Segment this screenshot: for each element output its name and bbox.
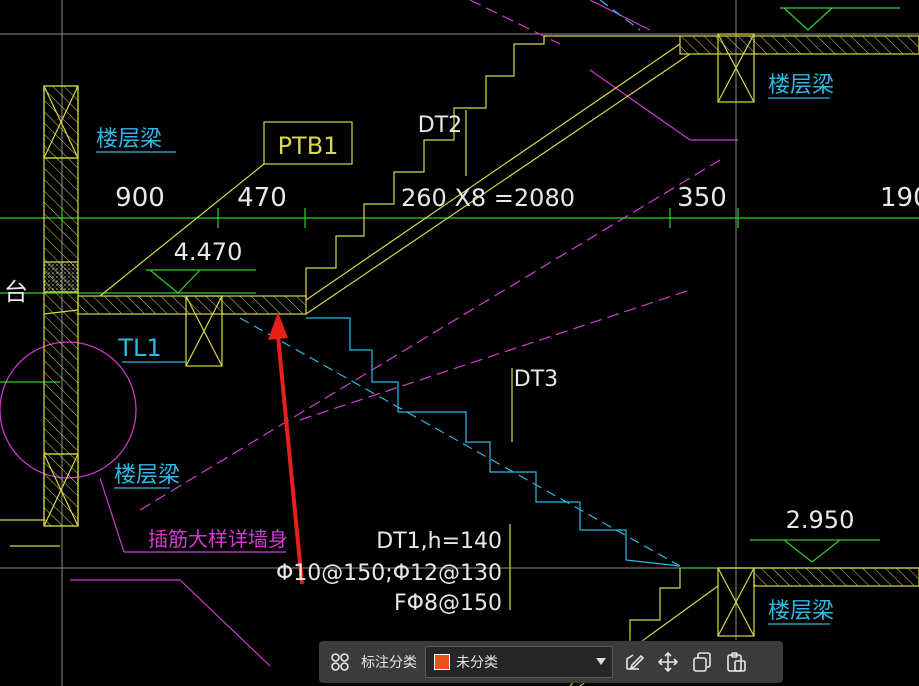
dt2-label: DT2	[418, 113, 462, 138]
move-icon[interactable]	[655, 649, 681, 675]
dt3-label: DT3	[514, 367, 558, 392]
dim-2080: 260 X8 =2080	[401, 184, 575, 212]
ptb1-label: PTB1	[278, 132, 339, 160]
category-label: 标注分类	[361, 655, 417, 671]
edit-icon[interactable]	[621, 649, 647, 675]
copy-icon[interactable]	[689, 649, 715, 675]
paste-icon[interactable]	[723, 649, 749, 675]
beam-label-2: 楼层梁	[114, 463, 180, 488]
dt1-spec-line2: Φ10@150;Φ12@130	[276, 561, 502, 586]
dt1-spec-line3: FΦ8@150	[394, 591, 502, 616]
elevation-4470: 4.470	[174, 238, 243, 266]
platform-label: 台	[4, 278, 28, 306]
dim-470: 470	[237, 183, 287, 213]
tl1-label: TL1	[117, 334, 161, 362]
chevron-down-icon	[596, 658, 606, 665]
dim-1900: 1900	[880, 183, 919, 213]
grid-icon[interactable]	[327, 649, 353, 675]
dim-350: 350	[677, 183, 727, 213]
beam-label-1: 楼层梁	[96, 127, 162, 152]
dt1-spec-line1: DT1,h=140	[376, 529, 502, 554]
category-dropdown[interactable]: 未分类	[425, 646, 613, 678]
annotation-toolbar: 标注分类 未分类	[319, 641, 783, 683]
cad-canvas[interactable]: 900 470 260 X8 =2080 350 1900 PTB1 DT2 D…	[0, 0, 919, 686]
elevation-2950: 2.950	[786, 506, 855, 534]
category-color-swatch	[434, 654, 450, 670]
category-selected-value: 未分类	[456, 655, 498, 671]
beam-label-3: 楼层梁	[768, 73, 834, 98]
dim-900: 900	[115, 183, 165, 213]
beam-label-4: 楼层梁	[768, 599, 834, 624]
magenta-note: 插筋大样详墙身	[148, 527, 288, 551]
